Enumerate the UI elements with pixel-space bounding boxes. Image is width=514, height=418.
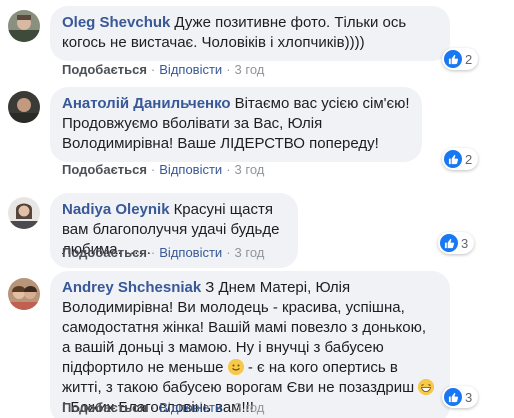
reply-button[interactable]: Відповісти bbox=[159, 162, 222, 177]
reply-button[interactable]: Відповісти bbox=[159, 62, 222, 77]
thumbs-up-icon bbox=[444, 50, 462, 68]
comment-actions: Подобається · Відповісти · 3 год bbox=[62, 62, 265, 77]
comment-actions: Подобається · Відповісти · 3 год bbox=[62, 162, 265, 177]
reaction-count: 3 bbox=[461, 235, 469, 251]
avatar[interactable] bbox=[8, 197, 40, 229]
reply-button[interactable]: Відповісти bbox=[159, 245, 222, 260]
comment-actions: Подобається · Відповісти · 3 год bbox=[62, 245, 265, 260]
timestamp[interactable]: 3 год bbox=[235, 400, 265, 415]
author-name[interactable]: Oleg Shevchuk bbox=[62, 14, 170, 31]
comment-bubble: Oleg Shevchuk Дуже позитивне фото. Тільки… bbox=[50, 6, 450, 61]
avatar[interactable] bbox=[8, 278, 40, 310]
author-name[interactable]: Анатолій Данильченко bbox=[62, 95, 231, 112]
avatar[interactable] bbox=[8, 10, 40, 42]
grin-emoji-icon bbox=[418, 379, 435, 395]
avatar[interactable] bbox=[8, 91, 40, 123]
reaction-count: 3 bbox=[465, 389, 473, 405]
timestamp[interactable]: 3 год bbox=[235, 62, 265, 77]
reaction-badge[interactable]: 2 bbox=[442, 148, 479, 170]
smile-emoji-icon bbox=[227, 359, 244, 375]
reaction-badge[interactable]: 3 bbox=[442, 386, 479, 408]
thumbs-up-icon bbox=[444, 150, 462, 168]
timestamp[interactable]: 3 год bbox=[235, 245, 265, 260]
like-button[interactable]: Подобається bbox=[62, 400, 147, 415]
author-name[interactable]: Andrey Shchesniak bbox=[62, 279, 201, 296]
timestamp[interactable]: 3 год bbox=[235, 162, 265, 177]
reaction-count: 2 bbox=[465, 151, 473, 167]
like-button[interactable]: Подобається bbox=[62, 162, 147, 177]
comments-thread: Oleg Shevchuk Дуже позитивне фото. Тільки… bbox=[0, 0, 514, 418]
thumbs-up-icon bbox=[444, 388, 462, 406]
comment-actions: Подобається · Відповісти · 3 год bbox=[62, 400, 265, 415]
comment-bubble: Andrey Shchesniak З Днем Матері, Юлія Вол… bbox=[50, 271, 450, 418]
reaction-count: 2 bbox=[465, 51, 473, 67]
reply-button[interactable]: Відповісти bbox=[159, 400, 222, 415]
reaction-badge[interactable]: 3 bbox=[438, 232, 475, 254]
reaction-badge[interactable]: 2 bbox=[442, 48, 479, 70]
like-button[interactable]: Подобається bbox=[62, 62, 147, 77]
comment-bubble: Анатолій Данильченко Вітаємо вас усією сі… bbox=[50, 87, 422, 162]
author-name[interactable]: Nadiya Oleynik bbox=[62, 201, 170, 218]
like-button[interactable]: Подобається bbox=[62, 245, 147, 260]
thumbs-up-icon bbox=[440, 234, 458, 252]
